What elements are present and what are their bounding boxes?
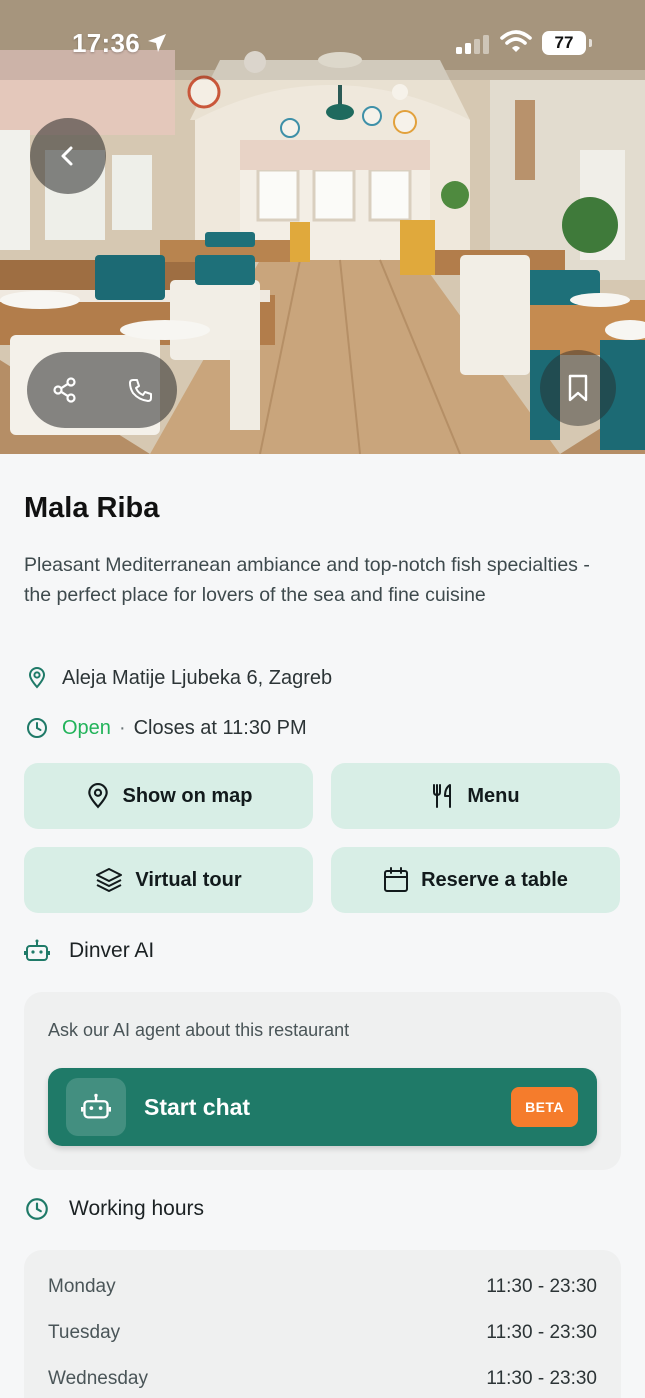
fork-knife-icon — [431, 783, 455, 809]
hours-row-monday: Monday 11:30 - 23:30 — [48, 1276, 597, 1298]
menu-label: Menu — [467, 784, 520, 807]
reserve-table-label: Reserve a table — [421, 868, 568, 891]
status-time: 17:36 — [72, 28, 140, 58]
working-hours-heading-text: Working hours — [69, 1197, 205, 1220]
clock-icon — [24, 1196, 52, 1222]
working-hours-card: Monday 11:30 - 23:30 Tuesday 11:30 - 23:… — [24, 1250, 621, 1398]
map-pin-icon — [24, 665, 50, 691]
bookmark-icon — [568, 374, 588, 402]
battery-tip — [589, 39, 592, 47]
show-on-map-button[interactable]: Show on map — [24, 763, 313, 829]
layers-icon — [95, 866, 123, 894]
day-label: Wednesday — [48, 1368, 148, 1389]
hero-image: 17:36 77 — [0, 0, 645, 454]
hours-row-wednesday: Wednesday 11:30 - 23:30 — [48, 1368, 597, 1390]
show-on-map-label: Show on map — [122, 784, 253, 807]
beta-badge: BETA — [511, 1087, 578, 1127]
reserve-table-button[interactable]: Reserve a table — [331, 847, 620, 913]
share-icon — [53, 377, 76, 403]
hours-value: 11:30 - 23:30 — [486, 1368, 597, 1389]
hours-value: 11:30 - 23:30 — [486, 1276, 597, 1297]
ai-chat-card: Ask our AI agent about this restaurant S… — [24, 992, 621, 1170]
address-text: Aleja Matije Ljubeka 6, Zagreb — [62, 666, 333, 689]
opening-status-row: Open · Closes at 11:30 PM — [24, 715, 307, 741]
call-button[interactable] — [127, 376, 155, 409]
wifi-icon — [500, 30, 532, 52]
start-chat-button[interactable]: Start chat BETA — [48, 1068, 597, 1146]
status-bar: 17:36 77 — [0, 0, 645, 88]
location-arrow-icon — [148, 34, 166, 52]
virtual-tour-button[interactable]: Virtual tour — [24, 847, 313, 913]
chevron-left-icon — [61, 146, 73, 166]
battery-indicator: 77 — [542, 31, 586, 55]
restaurant-name: Mala Riba — [24, 492, 160, 524]
start-chat-label: Start chat — [144, 1094, 251, 1120]
hours-value: 11:30 - 23:30 — [486, 1322, 597, 1343]
clock-icon — [24, 715, 50, 741]
robot-icon — [24, 938, 52, 964]
restaurant-description: Pleasant Mediterranean ambiance and top-… — [24, 554, 590, 606]
working-hours-heading: Working hours — [24, 1196, 204, 1222]
hours-row-tuesday: Tuesday 11:30 - 23:30 — [48, 1322, 597, 1344]
closing-time: Closes at 11:30 PM — [133, 716, 307, 739]
virtual-tour-label: Virtual tour — [135, 868, 242, 891]
map-pin-icon — [85, 783, 111, 809]
address-row[interactable]: Aleja Matije Ljubeka 6, Zagreb — [24, 665, 332, 691]
chat-bot-icon — [66, 1078, 126, 1136]
cellular-signal-icon — [456, 35, 489, 54]
back-button[interactable] — [30, 118, 106, 194]
bookmark-button[interactable] — [540, 350, 616, 426]
share-button[interactable] — [51, 376, 79, 409]
status-separator: · — [118, 716, 126, 739]
ai-section-heading: Dinver AI — [24, 938, 154, 964]
ai-prompt-text: Ask our AI agent about this restaurant — [48, 1020, 350, 1040]
open-status: Open — [62, 716, 111, 739]
ai-heading-text: Dinver AI — [69, 939, 155, 962]
day-label: Tuesday — [48, 1322, 121, 1343]
calendar-icon — [383, 867, 409, 893]
day-label: Monday — [48, 1276, 116, 1297]
share-call-group — [27, 352, 177, 428]
menu-button[interactable]: Menu — [331, 763, 620, 829]
phone-icon — [129, 379, 152, 402]
